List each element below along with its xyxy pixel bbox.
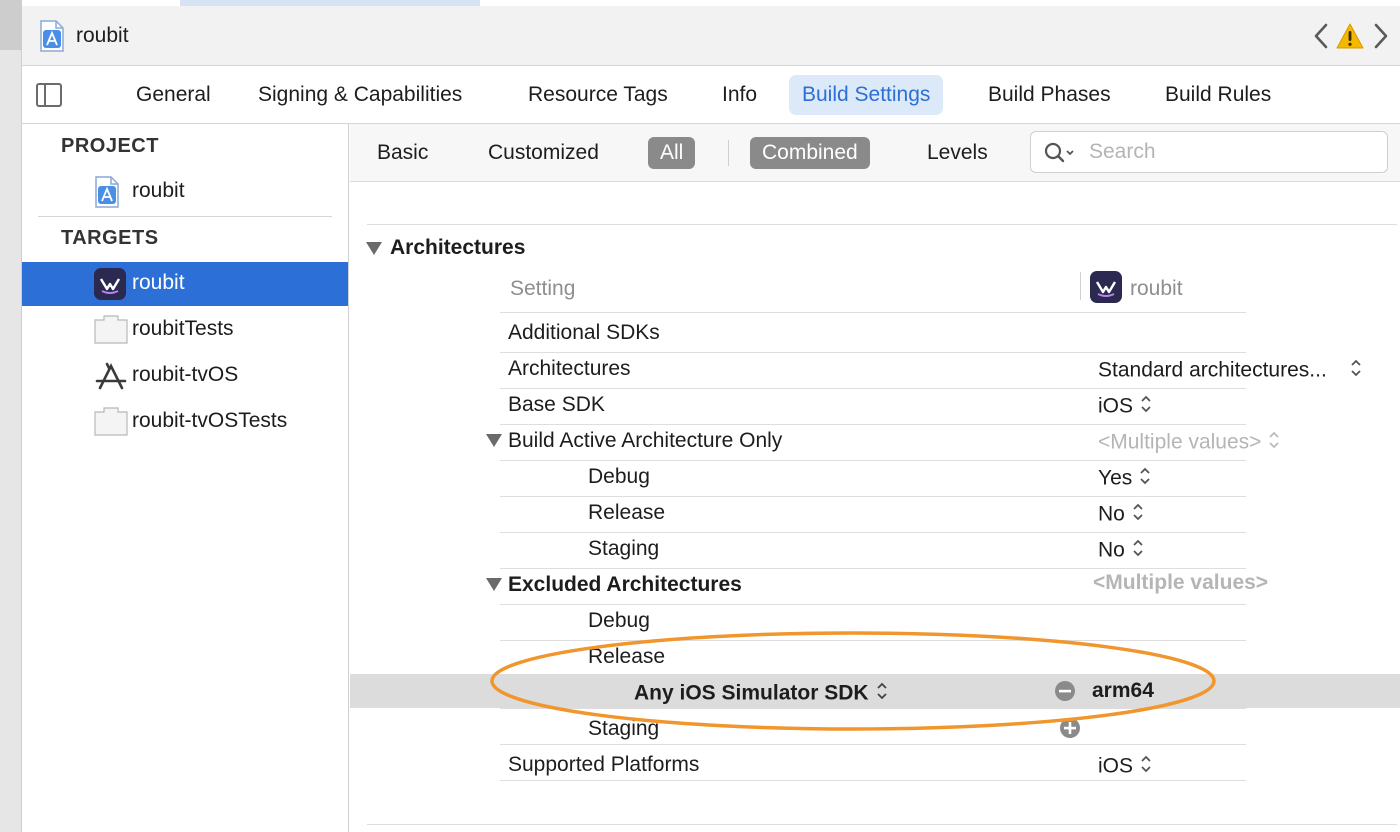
test-bundle-icon bbox=[94, 314, 128, 349]
filter-all-button[interactable]: All bbox=[648, 137, 696, 169]
popup-stepper-icon bbox=[1131, 537, 1145, 565]
disclosure-triangle-icon[interactable] bbox=[366, 242, 382, 255]
warning-icon[interactable] bbox=[1336, 23, 1364, 54]
setting-supported-platforms[interactable]: Supported Platforms bbox=[508, 753, 699, 777]
roubit-app-icon bbox=[94, 268, 126, 305]
view-combined-button[interactable]: Combined bbox=[750, 137, 870, 169]
view-levels-button[interactable]: Levels bbox=[915, 137, 1000, 169]
project-item-label: roubit bbox=[132, 179, 185, 202]
project-item-roubit[interactable]: roubit bbox=[22, 170, 348, 214]
value-config-release[interactable]: No bbox=[1098, 501, 1145, 529]
setting-base-sdk[interactable]: Base SDK bbox=[508, 393, 605, 417]
filter-customized-button[interactable]: Customized bbox=[476, 137, 611, 169]
setting-build-active-architecture-only[interactable]: Build Active Architecture Only bbox=[508, 429, 782, 453]
target-item-roubittests[interactable]: roubitTests bbox=[22, 308, 348, 352]
disclosure-triangle-icon[interactable] bbox=[486, 434, 502, 447]
setting-config-staging[interactable]: Staging bbox=[588, 537, 659, 561]
filter-basic-button[interactable]: Basic bbox=[365, 137, 440, 169]
popup-stepper-icon bbox=[1138, 465, 1152, 493]
target-item-label: roubit-tvOSTests bbox=[132, 409, 288, 432]
tab-build-rules[interactable]: Build Rules bbox=[1152, 75, 1284, 115]
popup-stepper-icon bbox=[1267, 429, 1281, 457]
setting-excluded-architectures[interactable]: Excluded Architectures bbox=[508, 573, 742, 597]
project-header: PROJECT bbox=[61, 135, 159, 157]
tab-signing-capabilities[interactable]: Signing & Capabilities bbox=[245, 75, 475, 115]
tab-info[interactable]: Info bbox=[709, 75, 770, 115]
build-settings-filter-bar: Basic Customized All Combined Levels bbox=[350, 124, 1400, 182]
search-icon bbox=[1043, 141, 1077, 170]
target-item-label: roubitTests bbox=[132, 317, 234, 340]
popup-stepper-icon bbox=[1349, 357, 1363, 385]
value-supported-platforms[interactable]: iOS bbox=[1098, 753, 1153, 781]
setting-additional-sdks[interactable]: Additional SDKs bbox=[508, 321, 660, 345]
value-base-sdk[interactable]: iOS bbox=[1098, 393, 1153, 421]
editor-tab-bar: General Signing & Capabilities Resource … bbox=[22, 66, 1400, 124]
sidebar-toggle-icon[interactable] bbox=[36, 83, 62, 107]
title-bar: roubit bbox=[22, 6, 1400, 66]
target-item-roubit-tvostests[interactable]: roubit-tvOSTests bbox=[22, 400, 348, 444]
roubit-app-icon bbox=[1090, 271, 1122, 308]
setting-config-release[interactable]: Release bbox=[588, 501, 665, 525]
window-title: roubit bbox=[76, 24, 129, 47]
popup-stepper-icon bbox=[1139, 753, 1153, 781]
target-item-label: roubit-tvOS bbox=[132, 363, 239, 386]
xcode-window: roubit General Signing & Capabilities Re… bbox=[0, 0, 1400, 832]
underlying-window-strip bbox=[0, 0, 22, 832]
value-architectures[interactable]: Standard architectures... bbox=[1098, 357, 1363, 385]
xcodeproj-file-icon bbox=[39, 20, 65, 57]
xcodeproj-file-icon bbox=[94, 176, 120, 213]
tab-build-settings[interactable]: Build Settings bbox=[789, 75, 944, 115]
targets-header: TARGETS bbox=[61, 227, 159, 249]
value-config-staging[interactable]: No bbox=[1098, 537, 1145, 565]
popup-stepper-icon bbox=[1131, 501, 1145, 529]
project-navigator-sidebar: PROJECT roubit TARGETS roubit roubitTest… bbox=[22, 124, 349, 832]
section-architectures: Architectures bbox=[390, 236, 526, 259]
value-config-debug[interactable]: Yes bbox=[1098, 465, 1152, 493]
test-bundle-icon bbox=[94, 406, 128, 441]
setting-config-debug[interactable]: Debug bbox=[588, 465, 650, 489]
annotation-highlight-ellipse bbox=[490, 631, 1216, 731]
tab-general[interactable]: General bbox=[123, 75, 224, 115]
tab-build-phases[interactable]: Build Phases bbox=[975, 75, 1124, 115]
back-chevron-icon[interactable] bbox=[1310, 20, 1332, 52]
column-header-target: roubit bbox=[1130, 277, 1183, 300]
build-settings-table: Architectures Setting roubit Additional … bbox=[350, 182, 1400, 832]
target-item-roubit-tvos[interactable]: roubit-tvOS bbox=[22, 354, 348, 398]
disclosure-triangle-icon[interactable] bbox=[486, 578, 502, 591]
value-build-active-architecture-only[interactable]: <Multiple values> bbox=[1098, 429, 1281, 457]
value-excluded-architectures[interactable]: <Multiple values> bbox=[1093, 571, 1268, 595]
search-input[interactable] bbox=[1089, 138, 1379, 166]
target-item-label: roubit bbox=[132, 271, 185, 294]
target-item-roubit[interactable]: roubit bbox=[22, 262, 348, 306]
app-store-icon bbox=[94, 360, 128, 397]
search-field[interactable] bbox=[1030, 131, 1388, 173]
popup-stepper-icon bbox=[1139, 393, 1153, 421]
tab-resource-tags[interactable]: Resource Tags bbox=[515, 75, 681, 115]
setting-architectures[interactable]: Architectures bbox=[508, 357, 631, 381]
column-header-setting: Setting bbox=[510, 277, 576, 300]
forward-chevron-icon[interactable] bbox=[1370, 20, 1392, 52]
